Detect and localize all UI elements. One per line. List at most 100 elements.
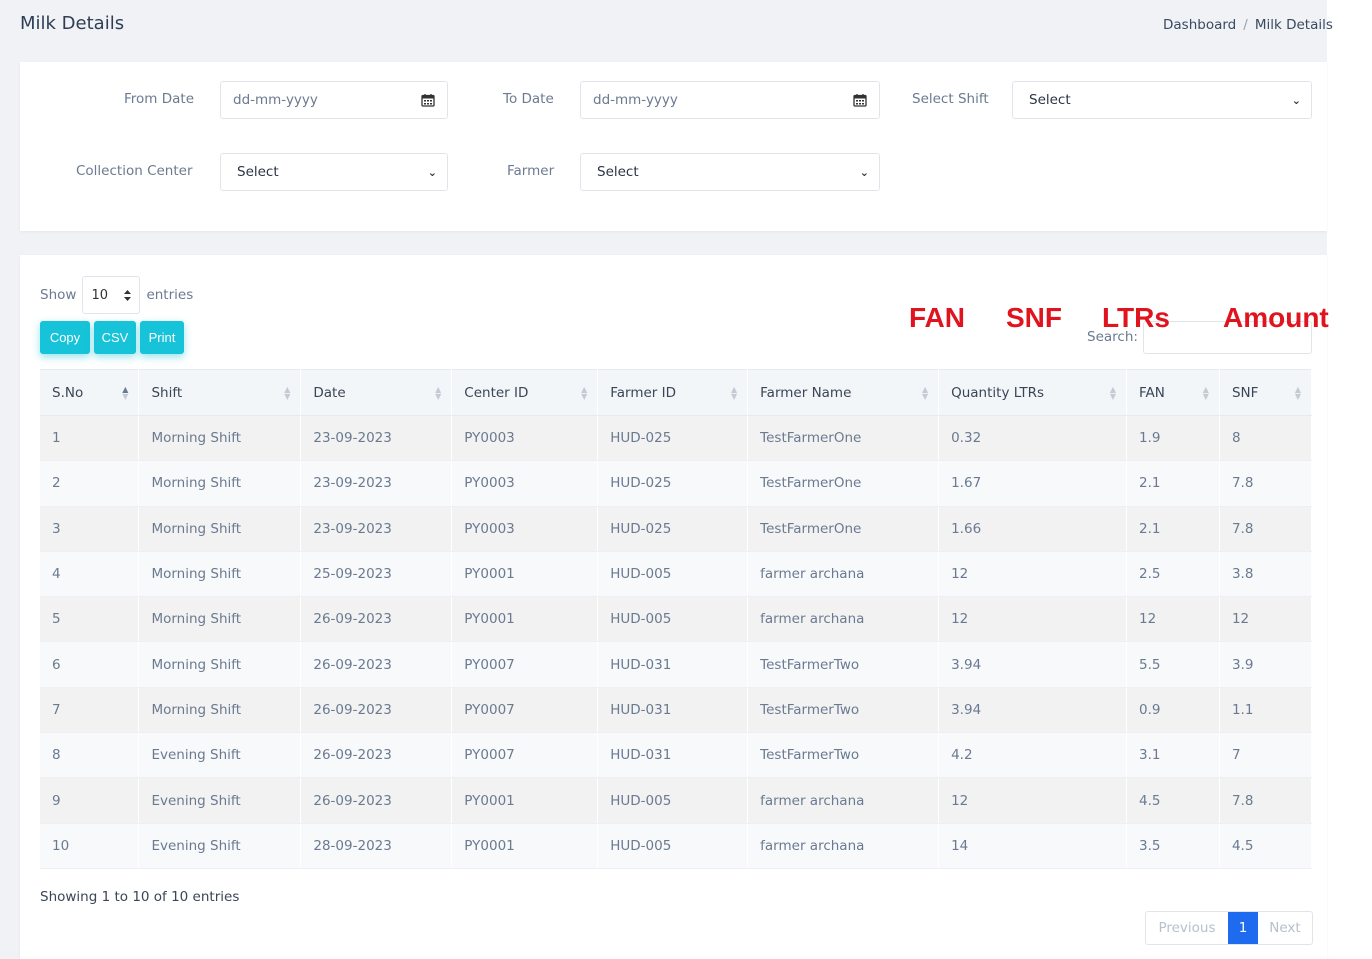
table-cell: HUD-005 xyxy=(597,551,749,598)
column-header[interactable]: Center ID ▲ ▼ xyxy=(451,369,599,416)
sort-icon: ▲ ▼ xyxy=(731,384,738,401)
table-cell: Morning Shift xyxy=(138,641,302,688)
column-header[interactable]: Date ▲ ▼ xyxy=(300,369,453,416)
table-cell: farmer archana xyxy=(747,777,940,824)
print-button[interactable]: Print xyxy=(140,321,184,354)
table-cell: HUD-031 xyxy=(597,641,749,688)
table-cell: 26-09-2023 xyxy=(300,687,453,734)
table-cell: 12 xyxy=(938,551,1127,598)
page-title: Milk Details xyxy=(20,13,125,34)
table-cell: 0.9 xyxy=(1126,687,1220,734)
column-header-label: S.No xyxy=(52,384,84,401)
previous-page-button[interactable]: Previous xyxy=(1146,912,1228,944)
table-cell: PY0007 xyxy=(451,641,599,688)
table-row: 5 Morning Shift 26-09-2023 PY0001 HUD-005 far… xyxy=(40,596,1313,643)
to-date-placeholder: dd-mm-yyyy xyxy=(593,92,678,108)
csv-button[interactable]: CSV xyxy=(94,321,136,354)
farmer-select[interactable]: Select ⌄ xyxy=(580,153,880,191)
table-cell: 26-09-2023 xyxy=(300,732,453,779)
table-cell: 25-09-2023 xyxy=(300,551,453,598)
column-header-label: Date xyxy=(313,384,346,401)
table-cell: 12 xyxy=(1126,596,1220,643)
table-cell: PY0007 xyxy=(451,687,599,734)
overlay-label-amount: Amount xyxy=(1223,302,1329,333)
collection-center-select[interactable]: Select ⌄ xyxy=(220,153,448,191)
from-date-input[interactable]: dd-mm-yyyy xyxy=(220,81,448,119)
to-date-label: To Date xyxy=(503,91,554,107)
column-header-label: Center ID xyxy=(464,384,529,401)
shift-select[interactable]: Select ⌄ xyxy=(1012,81,1312,119)
table-cell: PY0001 xyxy=(451,823,599,869)
table-cell: Morning Shift xyxy=(138,596,302,643)
sort-icon: ▲ ▼ xyxy=(1202,384,1209,401)
overlay-label-snf: SNF xyxy=(1006,302,1062,333)
table-body: 1 Morning Shift 23-09-2023 PY0003 HUD-025 Tes… xyxy=(40,415,1313,869)
table-cell: TestFarmerOne xyxy=(747,460,940,507)
breadcrumb: Dashboard / Milk Details xyxy=(1163,17,1333,33)
table-cell: 10 xyxy=(40,823,140,869)
table-cell: 23-09-2023 xyxy=(300,415,453,462)
filter-card: From Date dd-mm-yyyy To Date dd-mm-yyyy … xyxy=(20,62,1327,231)
table-cell: TestFarmerTwo xyxy=(747,687,940,734)
column-header[interactable]: Quantity LTRs ▲ ▼ xyxy=(938,369,1127,416)
show-label: Show xyxy=(40,287,77,303)
table-cell: 23-09-2023 xyxy=(300,506,453,552)
table-cell: 2.5 xyxy=(1126,551,1220,598)
table-cell: 12 xyxy=(1219,596,1313,643)
chevron-down-icon: ⌄ xyxy=(859,165,869,179)
table-row: 9 Evening Shift 26-09-2023 PY0001 HUD-005 far… xyxy=(40,777,1313,824)
to-date-input[interactable]: dd-mm-yyyy xyxy=(580,81,880,119)
table-cell: 1.66 xyxy=(938,506,1127,552)
table-row: 10 Evening Shift 28-09-2023 PY0001 HUD-005 fa… xyxy=(40,823,1313,869)
page-1-button[interactable]: 1 xyxy=(1228,912,1258,944)
column-header[interactable]: SNF ▲ ▼ xyxy=(1219,369,1313,416)
collection-center-label: Collection Center xyxy=(76,163,193,179)
table-row: 7 Morning Shift 26-09-2023 PY0007 HUD-031 Tes… xyxy=(40,687,1313,734)
table-cell: TestFarmerTwo xyxy=(747,641,940,688)
sort-icon: ▲ ▼ xyxy=(1294,384,1301,401)
sort-icon: ▲ ▼ xyxy=(1109,384,1116,401)
table-cell: PY0001 xyxy=(451,596,599,643)
table-cell: PY0001 xyxy=(451,777,599,824)
table-cell: 0.32 xyxy=(938,415,1127,462)
next-page-button[interactable]: Next xyxy=(1258,912,1312,944)
table-cell: 7 xyxy=(1219,732,1313,779)
table-cell: HUD-005 xyxy=(597,777,749,824)
table-cell: farmer archana xyxy=(747,596,940,643)
copy-button[interactable]: Copy xyxy=(40,321,90,354)
farmer-label: Farmer xyxy=(507,163,555,179)
column-header-label: Shift xyxy=(151,384,183,401)
table-cell: PY0007 xyxy=(451,732,599,779)
table-cell: PY0001 xyxy=(451,551,599,598)
table-row: 1 Morning Shift 23-09-2023 PY0003 HUD-025 Tes… xyxy=(40,415,1313,462)
table-cell: 3.1 xyxy=(1126,732,1220,779)
calendar-icon[interactable] xyxy=(421,93,435,107)
table-cell: 3.8 xyxy=(1219,551,1313,598)
column-header[interactable]: S.No ▲ ▼ xyxy=(40,369,140,416)
select-shift-label: Select Shift xyxy=(912,91,989,107)
table-cell: 3.9 xyxy=(1219,641,1313,688)
sort-icon: ▲ ▼ xyxy=(122,384,129,401)
table-cell: 7.8 xyxy=(1219,777,1313,824)
column-header[interactable]: Shift ▲ ▼ xyxy=(138,369,302,416)
table-cell: 7.8 xyxy=(1219,506,1313,552)
table-cell: 23-09-2023 xyxy=(300,460,453,507)
column-header[interactable]: Farmer ID ▲ ▼ xyxy=(597,369,749,416)
from-date-label: From Date xyxy=(124,91,195,107)
breadcrumb-dashboard-link[interactable]: Dashboard xyxy=(1163,17,1236,33)
table-row: 2 Morning Shift 23-09-2023 PY0003 HUD-025 Tes… xyxy=(40,460,1313,507)
table-cell: 2 xyxy=(40,460,140,507)
from-date-placeholder: dd-mm-yyyy xyxy=(233,92,318,108)
column-header[interactable]: Farmer Name ▲ ▼ xyxy=(747,369,940,416)
column-header[interactable]: FAN ▲ ▼ xyxy=(1126,369,1220,416)
table-cell: TestFarmerTwo xyxy=(747,732,940,779)
entries-select[interactable]: 10 xyxy=(82,276,141,314)
table-cell: Evening Shift xyxy=(138,777,302,824)
calendar-icon[interactable] xyxy=(853,93,867,107)
sort-updown-icon xyxy=(124,289,132,301)
table-cell: farmer archana xyxy=(747,823,940,869)
table-cell: Morning Shift xyxy=(138,551,302,598)
table-cell: 4 xyxy=(40,551,140,598)
table-cell: TestFarmerOne xyxy=(747,415,940,462)
table-cell: farmer archana xyxy=(747,551,940,598)
